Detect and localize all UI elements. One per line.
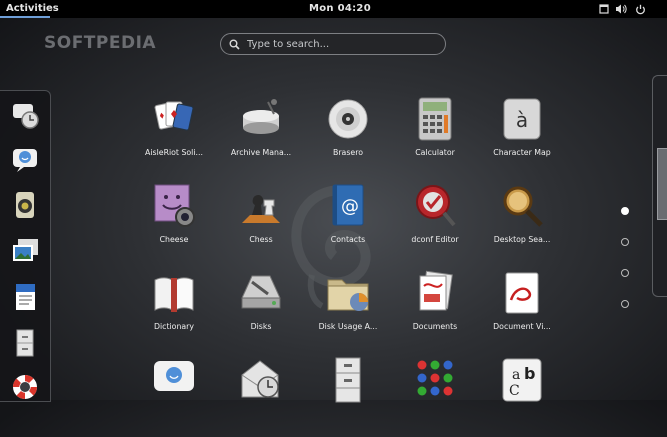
activities-underline: [0, 16, 50, 18]
archive-icon: [243, 99, 279, 134]
speaker-icon[interactable]: [9, 189, 41, 221]
app-disk-usage-analyzer[interactable]: Disk Usage A...: [304, 270, 392, 350]
chat-icon: [154, 361, 194, 391]
app-label: Document Vi...: [493, 322, 551, 331]
empathy-icon[interactable]: [9, 143, 41, 175]
cards-icon: [154, 101, 194, 131]
app-chat[interactable]: [130, 357, 218, 437]
window-icon[interactable]: [597, 2, 611, 16]
app-label: Brasero: [333, 148, 363, 157]
app-file-cabinet[interactable]: [304, 357, 392, 437]
app-mail-scheduler[interactable]: [217, 357, 305, 437]
app-calculator[interactable]: Calculator: [391, 96, 479, 176]
chess-icon: [242, 195, 280, 223]
app-document-viewer[interactable]: Document Vi...: [478, 270, 566, 350]
workspace-thumbnail[interactable]: [657, 148, 667, 220]
app-label: Documents: [412, 322, 458, 331]
app-disks[interactable]: Disks: [217, 270, 305, 350]
svg-text:b: b: [524, 364, 535, 383]
mail-clock-icon: [241, 360, 279, 398]
app-dictionary[interactable]: Dictionary: [130, 270, 218, 350]
app-dconf-editor[interactable]: dconf Editor: [391, 183, 479, 263]
page-dot-4[interactable]: [621, 300, 629, 308]
contacts-icon: @: [332, 184, 364, 226]
app-cheese[interactable]: Cheese: [130, 183, 218, 263]
app-label: Character Map: [493, 148, 551, 157]
app-desktop-search[interactable]: Desktop Sea...: [478, 183, 566, 263]
volume-icon[interactable]: [614, 2, 628, 16]
app-brasero[interactable]: Brasero: [304, 96, 392, 176]
file-cabinet-icon[interactable]: [9, 327, 41, 359]
activities-button[interactable]: Activities: [6, 3, 59, 14]
documents-icon: [419, 270, 453, 311]
app-label: dconf Editor: [411, 235, 459, 244]
app-archive-manager[interactable]: Archive Mana...: [217, 96, 305, 176]
document-viewer-icon: [505, 272, 539, 314]
app-chess[interactable]: Chess: [217, 183, 305, 263]
app-label: Contacts: [330, 235, 366, 244]
app-contacts[interactable]: @ Contacts: [304, 183, 392, 263]
app-documents[interactable]: Documents: [391, 270, 479, 350]
page-dot-3[interactable]: [621, 269, 629, 277]
app-fonts[interactable]: a b C: [478, 357, 566, 437]
softpedia-watermark: SOFTPEDIA: [44, 33, 157, 53]
drawer-icon: [335, 357, 361, 403]
search-box[interactable]: [220, 33, 446, 55]
clock-notify-icon[interactable]: [9, 99, 41, 131]
dictionary-icon: [154, 277, 194, 312]
disks-icon: [241, 275, 281, 309]
app-label: Chess: [249, 235, 273, 244]
app-label: Cheese: [159, 235, 189, 244]
fonts-icon: a b C: [502, 358, 542, 402]
app-label: Archive Mana...: [230, 148, 292, 157]
search-icon: [229, 39, 245, 50]
dots-game-icon: [417, 360, 453, 396]
app-label: Disks: [250, 322, 272, 331]
clock[interactable]: Mon 04:20: [309, 3, 371, 14]
top-bar: Activities Mon 04:20: [0, 0, 667, 18]
disc-icon: [328, 99, 368, 139]
character-map-icon: à: [503, 98, 541, 140]
page-dot-2[interactable]: [621, 238, 629, 246]
photos-icon[interactable]: [9, 235, 41, 267]
app-label: Disk Usage A...: [318, 322, 378, 331]
workspace-switcher[interactable]: [652, 75, 667, 297]
cheese-icon: [154, 184, 195, 227]
svg-text:à: à: [516, 108, 528, 132]
app-label: Desktop Sea...: [493, 235, 551, 244]
calculator-icon: [418, 97, 452, 141]
svg-text:a: a: [512, 367, 520, 383]
app-label: Dictionary: [154, 322, 194, 331]
magnifier-icon: [503, 186, 543, 227]
svg-text:@: @: [341, 196, 359, 217]
power-icon[interactable]: [633, 2, 647, 16]
search-input[interactable]: [245, 38, 427, 50]
svg-text:C: C: [509, 383, 520, 399]
disk-usage-icon: [327, 279, 369, 311]
app-label: AisleRiot Soli...: [145, 148, 203, 157]
app-character-map[interactable]: à Character Map: [478, 96, 566, 176]
app-label: Calculator: [415, 148, 455, 157]
dconf-icon: [416, 185, 456, 227]
help-lifebuoy-icon[interactable]: [9, 371, 41, 403]
app-aisleriot[interactable]: AisleRiot Soli...: [130, 96, 218, 176]
writer-icon[interactable]: [9, 281, 41, 313]
page-dot-1[interactable]: [621, 207, 629, 215]
dash: [0, 90, 51, 402]
app-dots-game[interactable]: [391, 357, 479, 437]
